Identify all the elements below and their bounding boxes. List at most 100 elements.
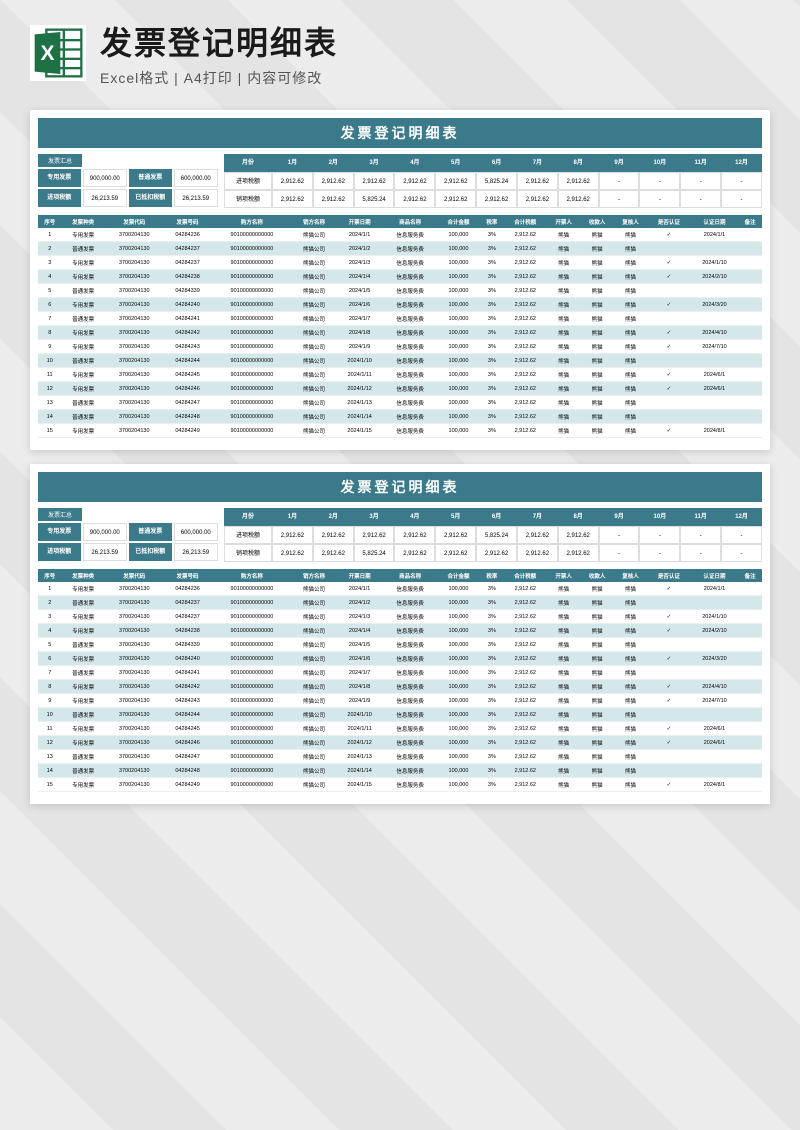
table-cell: 3700204130 (105, 242, 164, 256)
table-cell: 3% (480, 340, 503, 354)
table-cell: 熊猫 (580, 680, 613, 694)
summary-block: 发票汇总专用发票900,000.00普通发票600,000.00进项税额26,2… (38, 508, 218, 563)
table-cell: 普通发票 (61, 764, 104, 778)
table-cell: 熊猫 (614, 424, 647, 438)
summary-label: 已抵扣税额 (129, 543, 172, 561)
table-cell: 3% (480, 396, 503, 410)
month-cell: 5,825.24 (354, 190, 395, 208)
month-cell: 5,825.24 (476, 172, 517, 190)
table-cell: 信息服务费 (384, 270, 437, 284)
table-cell: 04284240 (164, 652, 212, 666)
table-cell: 2,912.62 (504, 750, 547, 764)
table-cell: 熊猫 (580, 354, 613, 368)
table-cell: 信息服务费 (384, 298, 437, 312)
table-cell: 100,000 (437, 242, 480, 256)
table-cell: ✓ (647, 368, 690, 382)
table-cell: 专用发票 (61, 736, 104, 750)
table-cell: 11 (38, 722, 61, 736)
month-cell: 2,912.62 (272, 190, 313, 208)
table-cell: 90100000000000 (211, 368, 292, 382)
table-cell: 04284249 (164, 778, 212, 792)
table-cell: 熊猫公司 (292, 764, 335, 778)
table-cell: 6 (38, 298, 61, 312)
table-cell: 2,912.62 (504, 382, 547, 396)
table-cell: 普通发票 (61, 638, 104, 652)
table-cell: 04284339 (164, 284, 212, 298)
table-cell: 熊猫 (547, 750, 580, 764)
month-cell: 2,912.62 (558, 190, 599, 208)
table-cell (691, 312, 739, 326)
table-cell: 90100000000000 (211, 694, 292, 708)
month-cell: - (639, 172, 680, 190)
table-cell: 100,000 (437, 666, 480, 680)
table-row: 2普通发票37002041300428423790100000000000熊猫公… (38, 242, 762, 256)
table-cell: 100,000 (437, 694, 480, 708)
table-cell: 5 (38, 284, 61, 298)
table-cell (738, 582, 762, 596)
month-cell: - (639, 526, 680, 544)
table-cell: 熊猫 (547, 424, 580, 438)
table-cell: 2,912.62 (504, 354, 547, 368)
table-cell: 熊猫 (614, 228, 647, 242)
table-cell: 熊猫公司 (292, 722, 335, 736)
table-cell: 2,912.62 (504, 652, 547, 666)
table-cell: 2024/1/10 (691, 610, 739, 624)
table-cell: 2,912.62 (504, 298, 547, 312)
table-cell (738, 368, 762, 382)
table-cell: 3700204130 (105, 610, 164, 624)
table-cell: 熊猫 (614, 410, 647, 424)
table-cell: 13 (38, 396, 61, 410)
table-cell (738, 750, 762, 764)
table-cell: 3% (480, 582, 503, 596)
table-cell: ✓ (647, 610, 690, 624)
table-cell: 熊猫 (580, 256, 613, 270)
table-cell: 3700204130 (105, 340, 164, 354)
table-row: 4专用发票37002041300428423890100000000000熊猫公… (38, 270, 762, 284)
month-cell: 2,912.62 (517, 172, 558, 190)
table-cell: 熊猫公司 (292, 284, 335, 298)
table-cell: 3% (480, 638, 503, 652)
table-cell (738, 764, 762, 778)
table-cell: 2024/7/10 (691, 340, 739, 354)
table-cell: 90100000000000 (211, 624, 292, 638)
table-cell: 04284246 (164, 736, 212, 750)
table-cell: 90100000000000 (211, 680, 292, 694)
table-cell: 4 (38, 624, 61, 638)
table-cell: 90100000000000 (211, 396, 292, 410)
table-cell: 熊猫 (547, 708, 580, 722)
table-cell: 熊猫 (547, 368, 580, 382)
table-cell (647, 312, 690, 326)
summary-label: 进项税额 (38, 189, 81, 207)
table-row: 9专用发票37002041300428424390100000000000熊猫公… (38, 694, 762, 708)
table-cell: 专用发票 (61, 722, 104, 736)
table-cell: 90100000000000 (211, 298, 292, 312)
table-cell (738, 242, 762, 256)
table-cell: 专用发票 (61, 778, 104, 792)
table-cell: 熊猫 (547, 256, 580, 270)
table-cell: 2,912.62 (504, 778, 547, 792)
table-cell: 2024/1/9 (336, 694, 384, 708)
table-cell: 2024/1/10 (336, 354, 384, 368)
table-cell: 2024/6/1 (691, 722, 739, 736)
table-row: 11专用发票37002041300428424590100000000000熊猫… (38, 368, 762, 382)
table-cell: 熊猫 (580, 298, 613, 312)
table-cell: 3700204130 (105, 694, 164, 708)
table-cell: 04284238 (164, 624, 212, 638)
table-cell: 普通发票 (61, 312, 104, 326)
table-cell: 熊猫 (547, 694, 580, 708)
table-cell: 3% (480, 778, 503, 792)
table-cell: 2024/1/10 (691, 256, 739, 270)
table-cell: 5 (38, 638, 61, 652)
table-cell: 100,000 (437, 652, 480, 666)
month-label: 12月 (721, 154, 762, 172)
table-cell: 熊猫 (547, 624, 580, 638)
table-cell: 100,000 (437, 424, 480, 438)
table-row: 15专用发票37002041300428424990100000000000熊猫… (38, 424, 762, 438)
month-cell: 2,912.62 (435, 172, 476, 190)
table-cell: 熊猫公司 (292, 666, 335, 680)
table-cell: 12 (38, 382, 61, 396)
table-cell: 10 (38, 354, 61, 368)
table-row: 11专用发票37002041300428424590100000000000熊猫… (38, 722, 762, 736)
table-cell: ✓ (647, 652, 690, 666)
table-cell: 2024/1/12 (336, 736, 384, 750)
